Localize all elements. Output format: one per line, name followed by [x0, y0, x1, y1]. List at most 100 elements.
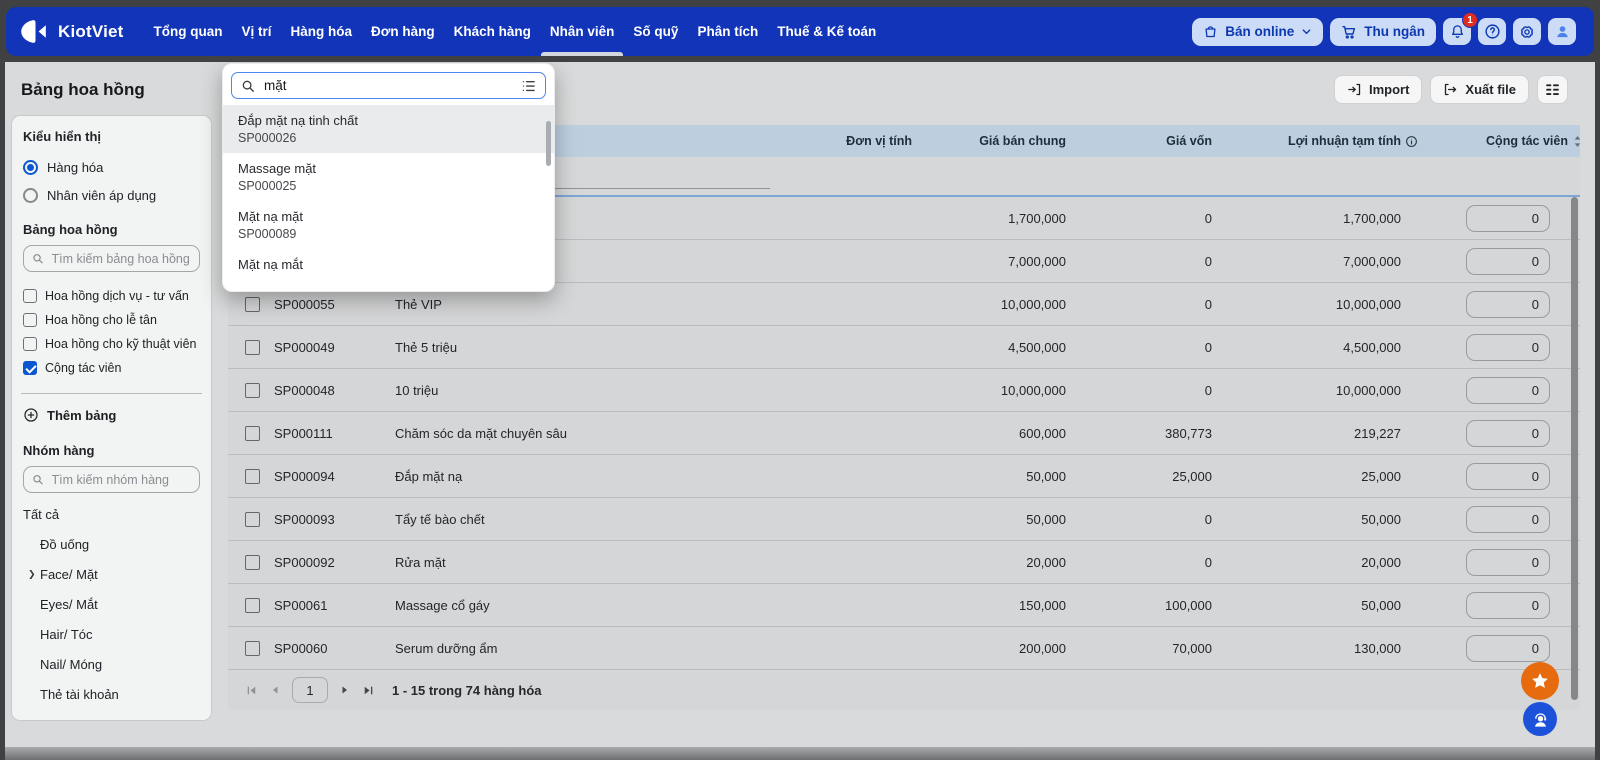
export-icon: [1445, 83, 1457, 96]
dropdown-scrollbar[interactable]: [546, 121, 551, 166]
search-result-item[interactable]: Mặt nạ mắt: [223, 249, 554, 283]
search-result-item[interactable]: Mặt nạ mặt SP000089: [223, 201, 554, 249]
collaborator-commission-input[interactable]: [1466, 462, 1550, 490]
display-type-label: Kiểu hiển thị: [23, 129, 101, 144]
help-icon: [1484, 24, 1500, 39]
add-table-button[interactable]: Thêm bảng: [23, 407, 200, 423]
list-view-icon[interactable]: [521, 79, 536, 93]
product-search-box[interactable]: [231, 72, 546, 99]
display-type-option[interactable]: Nhân viên áp dụng: [23, 182, 200, 208]
kiotviet-logo[interactable]: KiotViet: [20, 19, 124, 44]
product-group-item[interactable]: ❯ Eyes/ Mắt: [23, 589, 200, 619]
row-checkbox[interactable]: [245, 382, 260, 398]
row-checkbox[interactable]: [245, 339, 260, 355]
previous-page-button[interactable]: [269, 684, 281, 696]
product-group-item[interactable]: ❯ Tất cả: [23, 499, 200, 529]
commission-table-filter[interactable]: Hoa hồng dịch vụ - tư vấn: [23, 284, 200, 308]
profit-value: 10,000,000: [1335, 296, 1401, 312]
user-icon: [1556, 26, 1568, 38]
import-button[interactable]: Import: [1333, 75, 1423, 104]
table-row: SP000092 Rửa mặt 20,000 0 20,000: [228, 541, 1580, 584]
first-page-button[interactable]: [245, 684, 258, 697]
nav-item[interactable]: Vị trí: [242, 7, 272, 56]
row-checkbox[interactable]: [245, 296, 260, 312]
product-group-item[interactable]: ❯ Face/ Mặt: [23, 559, 200, 589]
support-fab[interactable]: [1523, 702, 1557, 736]
result-product-name: Massage mặt: [238, 161, 317, 176]
nav-item[interactable]: Khách hàng: [454, 7, 531, 56]
product-group-item[interactable]: ❯ Đồ uống: [23, 529, 200, 559]
nav-item[interactable]: Thuế & Kế toán: [777, 7, 876, 56]
product-group-item[interactable]: ❯ Hair/ Tóc: [23, 619, 200, 649]
nav-item[interactable]: Tổng quan: [154, 7, 223, 56]
row-checkbox[interactable]: [245, 640, 260, 656]
nav-item[interactable]: Đơn hàng: [371, 7, 435, 56]
checkbox-icon: [23, 313, 37, 327]
sell-online-button[interactable]: Bán online: [1192, 17, 1324, 46]
commission-table-filter[interactable]: Hoa hồng cho kỹ thuật viên: [23, 332, 200, 356]
collaborator-commission-input[interactable]: [1466, 204, 1550, 232]
feedback-fab[interactable]: [1521, 662, 1559, 700]
commission-table-filter[interactable]: Cộng tác viên: [23, 356, 200, 380]
search-result-item[interactable]: Đắp mặt nạ tinh chất SP000026: [223, 105, 554, 153]
collaborator-commission-input[interactable]: [1466, 376, 1550, 404]
header-collaborator[interactable]: Cộng tác viên: [1403, 134, 1581, 148]
profit-value: 20,000: [1361, 554, 1401, 570]
commission-table-search-input[interactable]: [49, 250, 191, 267]
product-group-search[interactable]: [23, 466, 200, 493]
product-name: Đắp mặt nạ: [395, 468, 463, 484]
search-result-item[interactable]: Massage mặt SP000025: [223, 153, 554, 201]
profit-value: 1,700,000: [1343, 210, 1401, 226]
product-group-item[interactable]: ❯ Thẻ tài khoản: [23, 679, 200, 709]
next-page-button[interactable]: [339, 684, 351, 696]
notification-badge: 1: [1462, 12, 1478, 28]
collaborator-commission-input[interactable]: [1466, 548, 1550, 576]
header-profit[interactable]: Lợi nhuận tạm tính: [1214, 134, 1417, 148]
current-page[interactable]: 1: [292, 677, 328, 703]
commission-table-search[interactable]: [23, 245, 200, 272]
header-cost[interactable]: Giá vốn: [1068, 134, 1214, 148]
cashier-button[interactable]: Thu ngân: [1330, 17, 1436, 46]
column-settings-button[interactable]: [1537, 75, 1568, 104]
brand-name: KiotViet: [58, 21, 124, 41]
collaborator-commission-input[interactable]: [1466, 419, 1550, 447]
header-unit[interactable]: Đơn vị tính: [798, 134, 918, 148]
nav-item[interactable]: Hàng hóa: [291, 7, 353, 56]
help-button[interactable]: [1478, 18, 1506, 45]
product-search-input[interactable]: [262, 77, 514, 94]
display-type-option[interactable]: Hàng hóa: [23, 154, 200, 180]
collaborator-commission-input[interactable]: [1466, 290, 1550, 318]
table-row: SP000049 Thẻ 5 triệu 4,500,000 0 4,500,0…: [228, 326, 1580, 369]
bell-icon: [1451, 25, 1463, 38]
commission-table-filter[interactable]: Hoa hồng cho lễ tân: [23, 308, 200, 332]
sort-icon: [1574, 135, 1581, 147]
collaborator-commission-input[interactable]: [1466, 505, 1550, 533]
collaborator-commission-input[interactable]: [1466, 333, 1550, 361]
collaborator-commission-input[interactable]: [1466, 591, 1550, 619]
row-checkbox[interactable]: [245, 597, 260, 613]
header-price[interactable]: Giá bán chung: [918, 134, 1068, 148]
cost-value: 0: [1204, 382, 1212, 398]
last-page-button[interactable]: [362, 684, 375, 697]
product-group-search-input[interactable]: [49, 471, 191, 488]
commission-table-list: Hoa hồng dịch vụ - tư vấn Hoa hồng cho l…: [23, 284, 200, 380]
product-code: SP00060: [274, 640, 328, 656]
row-checkbox[interactable]: [245, 425, 260, 441]
settings-button[interactable]: [1513, 18, 1541, 45]
notifications-button[interactable]: 1: [1443, 12, 1478, 45]
product-group-item[interactable]: ❯ Nail/ Móng: [23, 649, 200, 679]
nav-item[interactable]: Số quỹ: [633, 7, 678, 56]
row-checkbox[interactable]: [245, 511, 260, 527]
kiotviet-logo-icon: [21, 20, 46, 43]
export-button[interactable]: Xuất file: [1430, 75, 1529, 104]
collaborator-commission-input[interactable]: [1466, 247, 1550, 275]
nav-item[interactable]: Phân tích: [697, 7, 758, 56]
row-checkbox[interactable]: [245, 554, 260, 570]
collaborator-commission-input[interactable]: [1466, 634, 1550, 662]
nav-item[interactable]: Nhân viên: [540, 7, 623, 56]
product-code: SP000049: [274, 339, 335, 355]
table-row: SP00061 Massage cổ gáy 150,000 100,000 5…: [228, 584, 1580, 627]
row-checkbox[interactable]: [245, 468, 260, 484]
account-button[interactable]: [1548, 18, 1576, 45]
table-scrollbar[interactable]: [1571, 197, 1578, 700]
